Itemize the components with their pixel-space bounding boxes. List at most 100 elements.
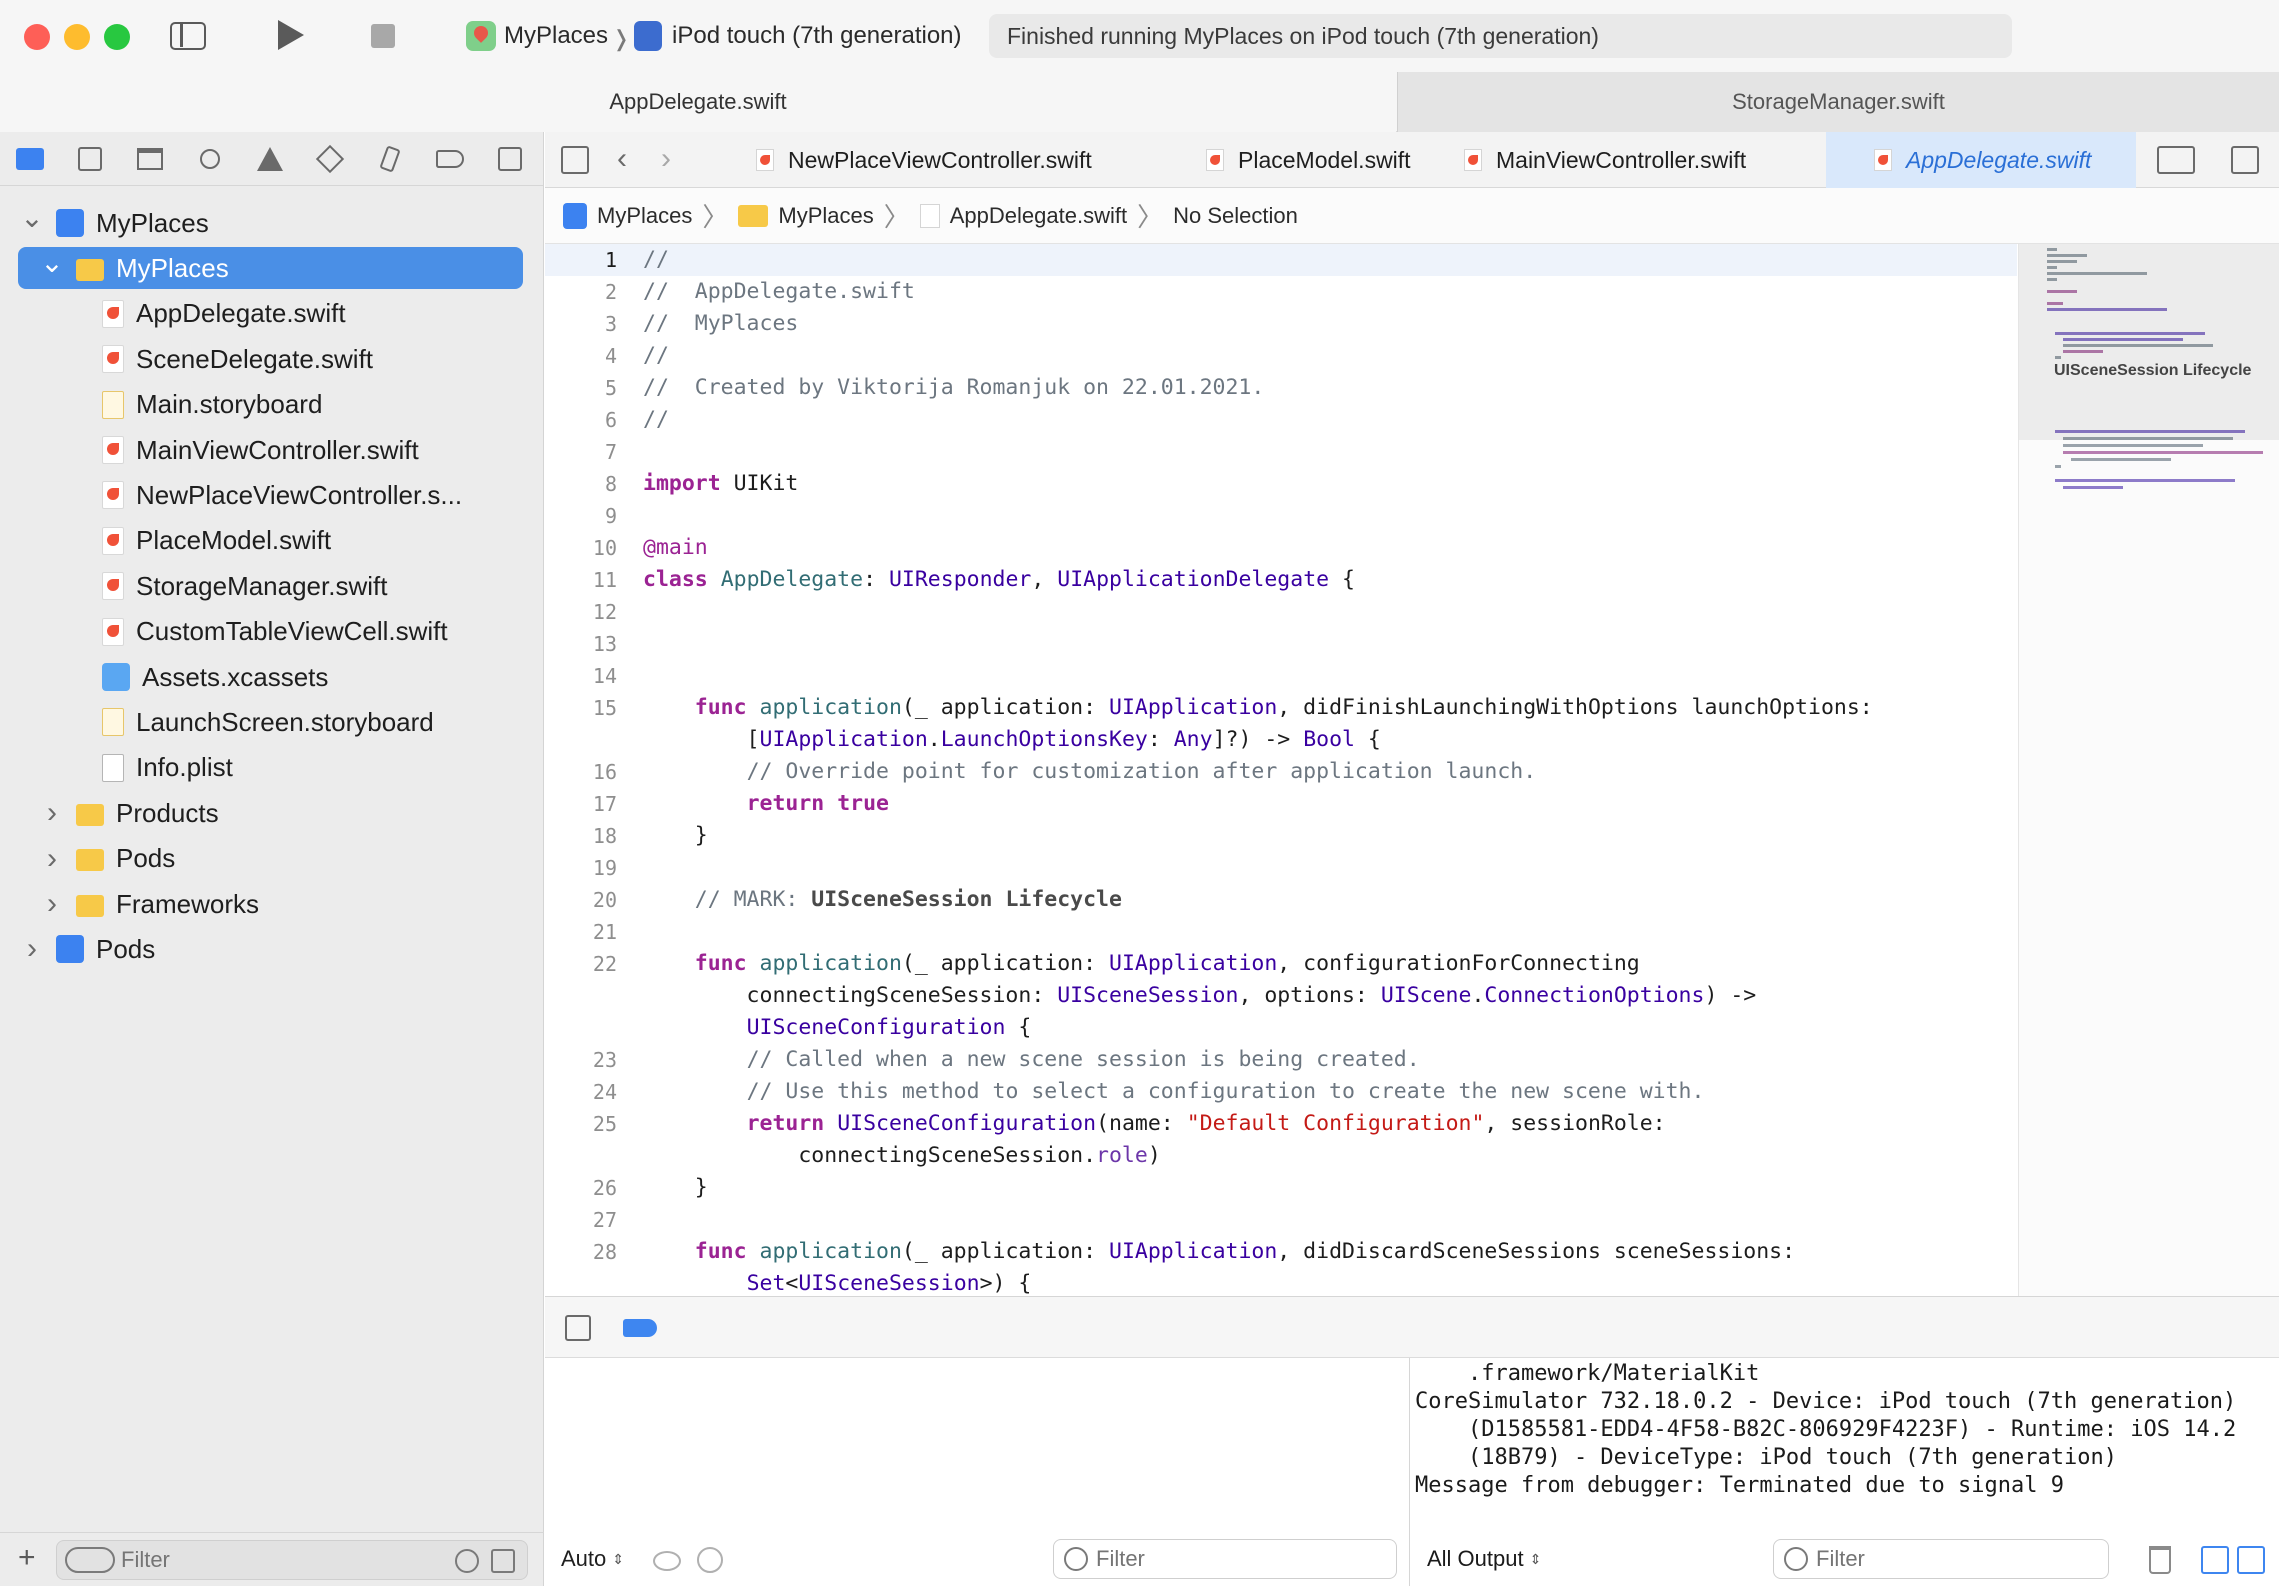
- jump-bar-item[interactable]: No Selection: [1173, 203, 1298, 229]
- tree-item-swift[interactable]: AppDelegate.swift: [18, 293, 523, 335]
- code-line[interactable]: 24 // Use this method to select a config…: [545, 1076, 2017, 1108]
- tree-item-storyboard[interactable]: LaunchScreen.storyboard: [18, 701, 523, 743]
- stop-icon[interactable]: [371, 24, 395, 48]
- trash-icon[interactable]: [2149, 1546, 2171, 1574]
- code-line[interactable]: 26 }: [545, 1172, 2017, 1204]
- code-line[interactable]: 17 return true: [545, 788, 2017, 820]
- disclosure-open-chevron-icon[interactable]: ⌄: [38, 246, 66, 279]
- tree-item-folder[interactable]: › Frameworks: [18, 883, 523, 925]
- code-line[interactable]: 11 class AppDelegate: UIResponder, UIAppl…: [545, 564, 2017, 596]
- quick-look-eye-icon[interactable]: [653, 1551, 681, 1571]
- close-window-button[interactable]: [24, 24, 50, 50]
- code-line[interactable]: 8 import UIKit: [545, 468, 2017, 500]
- code-line[interactable]: 27: [545, 1204, 2017, 1236]
- variables-filter-field[interactable]: [1053, 1539, 1397, 1579]
- disclosure-closed-chevron-icon[interactable]: ›: [38, 842, 66, 876]
- tree-item-project[interactable]: › Pods: [18, 928, 523, 970]
- tree-item-swift[interactable]: MainViewController.swift: [18, 429, 523, 471]
- breakpoints-toggle-icon[interactable]: [623, 1319, 657, 1337]
- filter-options-icon[interactable]: [65, 1547, 115, 1573]
- console-output[interactable]: .framework/MaterialKit CoreSimulator 732.…: [1411, 1358, 2279, 1586]
- variables-filter-input[interactable]: [1096, 1546, 1376, 1572]
- jump-bar-item[interactable]: AppDelegate.swift: [919, 203, 1127, 229]
- variables-scope-selector[interactable]: Auto ⇕: [561, 1532, 624, 1586]
- code-line[interactable]: 16 // Override point for customization a…: [545, 756, 2017, 788]
- tree-item-swift[interactable]: SceneDelegate.swift: [18, 338, 523, 380]
- minimap[interactable]: UISceneSession Lifecycle: [2018, 244, 2279, 1296]
- jump-bar-item[interactable]: MyPlaces: [738, 203, 874, 229]
- editor-tab[interactable]: PlaceModel.swift: [1186, 132, 1440, 188]
- disclosure-closed-chevron-icon[interactable]: ›: [38, 796, 66, 830]
- code-line[interactable]: 12: [545, 596, 2017, 628]
- code-line[interactable]: 22 func application(_ application: UIApp…: [545, 948, 2017, 980]
- scheme-selector[interactable]: MyPlaces: [466, 16, 608, 56]
- code-line[interactable]: 23 // Called when a new scene session is…: [545, 1044, 2017, 1076]
- info-icon[interactable]: [697, 1547, 723, 1573]
- folder-icon[interactable]: [14, 143, 46, 175]
- show-variables-icon[interactable]: [2201, 1546, 2229, 1574]
- test-diamond-icon[interactable]: [314, 143, 346, 175]
- minimize-window-button[interactable]: [64, 24, 90, 50]
- run-icon[interactable]: [278, 20, 304, 50]
- code-line[interactable]: connectingSceneSession.role): [545, 1140, 2017, 1172]
- related-items-grid-icon[interactable]: [561, 146, 589, 174]
- tree-item-assets[interactable]: Assets.xcassets: [18, 656, 523, 698]
- code-line[interactable]: 9: [545, 500, 2017, 532]
- code-line[interactable]: UISceneConfiguration {: [545, 1012, 2017, 1044]
- code-line[interactable]: 6 //: [545, 404, 2017, 436]
- console-filter-field[interactable]: [1773, 1539, 2109, 1579]
- code-line[interactable]: 14: [545, 660, 2017, 692]
- source-control-icon[interactable]: [74, 143, 106, 175]
- navigator-filter-field[interactable]: [56, 1540, 528, 1580]
- toggle-navigator-icon[interactable]: [170, 22, 206, 50]
- code-line[interactable]: 13: [545, 628, 2017, 660]
- code-line[interactable]: 20 // MARK: UISceneSession Lifecycle: [545, 884, 2017, 916]
- code-line[interactable]: 3 // MyPlaces: [545, 308, 2017, 340]
- tree-item-swift[interactable]: CustomTableViewCell.swift: [18, 611, 523, 653]
- code-line[interactable]: Set<UISceneSession>) {: [545, 1268, 2017, 1296]
- code-line[interactable]: 10 @main: [545, 532, 2017, 564]
- code-line[interactable]: connectingSceneSession: UISceneSession, …: [545, 980, 2017, 1012]
- navigator-filter-input[interactable]: [121, 1545, 421, 1575]
- code-line[interactable]: 4 //: [545, 340, 2017, 372]
- destination-selector[interactable]: iPod touch (7th generation): [634, 16, 962, 56]
- editor-tab[interactable]: NewPlaceViewController.swift: [736, 132, 1136, 188]
- code-line[interactable]: 2 // AppDelegate.swift: [545, 276, 2017, 308]
- zoom-window-button[interactable]: [104, 24, 130, 50]
- tree-item-folder[interactable]: ⌄ MyPlaces: [18, 246, 523, 290]
- recent-files-clock-icon[interactable]: [455, 1549, 479, 1573]
- show-console-icon[interactable]: [2237, 1546, 2265, 1574]
- code-line[interactable]: 28 func application(_ application: UIApp…: [545, 1236, 2017, 1268]
- symbol-navigator-icon[interactable]: [134, 143, 166, 175]
- code-line[interactable]: 15 func application(_ application: UIApp…: [545, 692, 2017, 724]
- tree-item-project[interactable]: ⌄ MyPlaces: [18, 202, 523, 244]
- code-line[interactable]: 21: [545, 916, 2017, 948]
- report-list-icon[interactable]: [494, 143, 526, 175]
- add-file-icon[interactable]: +: [18, 1543, 36, 1573]
- code-line[interactable]: 25 return UISceneConfiguration(name: "De…: [545, 1108, 2017, 1140]
- code-line[interactable]: 5 // Created by Viktorija Romanjuk on 22.…: [545, 372, 2017, 404]
- issue-warning-icon[interactable]: [254, 143, 286, 175]
- tree-item-swift[interactable]: StorageManager.swift: [18, 565, 523, 607]
- hide-debug-area-icon[interactable]: [565, 1315, 591, 1341]
- disclosure-closed-chevron-icon[interactable]: ›: [38, 887, 66, 921]
- breakpoint-tag-icon[interactable]: [434, 143, 466, 175]
- add-editor-icon[interactable]: [2231, 146, 2259, 174]
- disclosure-closed-chevron-icon[interactable]: ›: [18, 932, 46, 966]
- tree-item-folder[interactable]: › Pods: [18, 838, 523, 880]
- tree-item-storyboard[interactable]: Main.storyboard: [18, 384, 523, 426]
- editor-tab[interactable]: AppDelegate.swift: [1826, 132, 2136, 188]
- code-line[interactable]: [UIApplication.LaunchOptionsKey: Any]?) …: [545, 724, 2017, 756]
- console-scope-selector[interactable]: All Output ⇕: [1427, 1532, 1541, 1586]
- window-tab-appdelegate[interactable]: AppDelegate.swift: [0, 72, 1396, 132]
- code-line[interactable]: 7: [545, 436, 2017, 468]
- back-chevron-icon[interactable]: ‹: [617, 142, 627, 176]
- editor-tab[interactable]: MainViewController.swift: [1444, 132, 1794, 188]
- code-line[interactable]: 1 //: [545, 244, 2017, 276]
- debug-spray-icon[interactable]: [374, 143, 406, 175]
- editor-options-icon[interactable]: [2157, 146, 2195, 174]
- console-filter-input[interactable]: [1816, 1546, 2086, 1572]
- tree-item-folder[interactable]: › Products: [18, 792, 523, 834]
- disclosure-open-chevron-icon[interactable]: ⌄: [18, 201, 46, 234]
- source-editor[interactable]: 1 // 2 // AppDelegate.swift 3 // MyPlaces 4 // 5…: [545, 244, 2017, 1296]
